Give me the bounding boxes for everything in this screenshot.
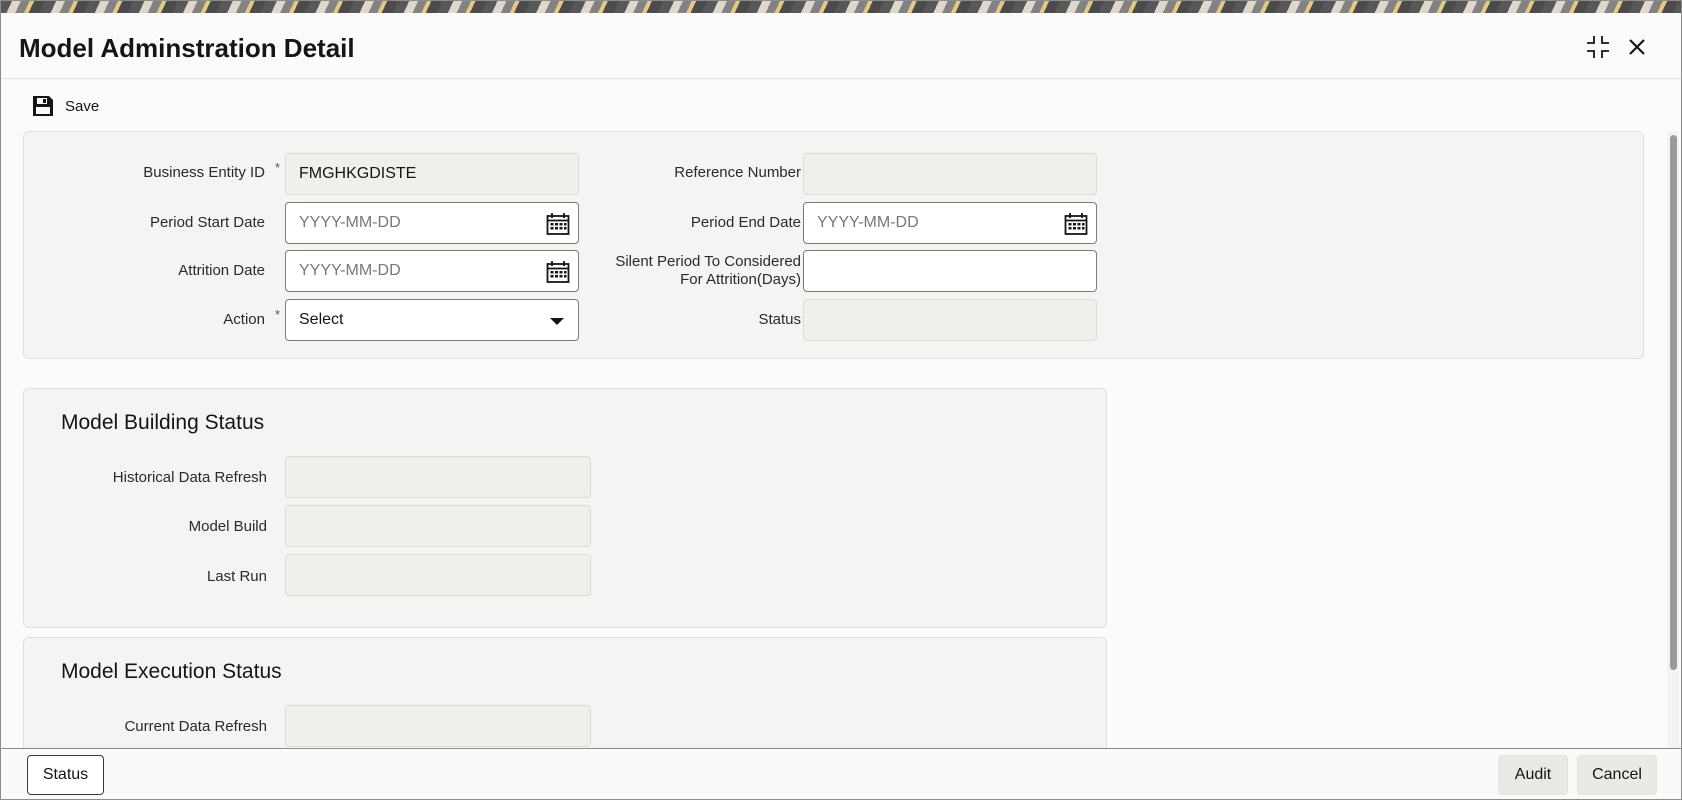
model-building-status-title: Model Building Status: [61, 411, 265, 434]
period-start-date-label: Period Start Date: [149, 214, 265, 231]
attrition-date-label: Attrition Date: [178, 262, 265, 279]
scrollbar-thumb[interactable]: [1670, 135, 1677, 670]
close-button[interactable]: [1621, 31, 1653, 63]
save-label: Save: [65, 97, 100, 115]
silent-period-label-line2: For Attrition(Days): [680, 271, 801, 288]
status-field: [803, 299, 1097, 341]
reference-number-field: [803, 153, 1097, 195]
chevron-down-icon: [550, 318, 564, 325]
model-building-status-panel: Model Building Status Historical Data Re…: [23, 388, 1107, 628]
decorative-header-stripe: [1, 1, 1681, 13]
current-data-refresh-field: [285, 705, 591, 747]
business-entity-id-value: FMGHKGDISTE: [299, 165, 417, 182]
model-administration-window: Model Adminstration Detail Save Business…: [0, 0, 1682, 800]
business-entity-id-field: FMGHKGDISTE: [285, 153, 579, 195]
last-run-label: Last Run: [206, 568, 267, 585]
floppy-disk-icon: [33, 96, 53, 116]
attrition-date-placeholder: YYYY-MM-DD: [299, 262, 401, 279]
historical-data-refresh-label: Historical Data Refresh: [112, 469, 267, 486]
required-marker: *: [275, 307, 281, 322]
model-execution-status-title: Model Execution Status: [61, 660, 282, 683]
main-form-panel: Business Entity ID * FMGHKGDISTE Referen…: [23, 131, 1644, 359]
period-start-date-placeholder: YYYY-MM-DD: [299, 214, 401, 231]
business-entity-id-label: Business Entity ID: [143, 164, 265, 181]
page-title: Model Adminstration Detail: [19, 33, 355, 63]
audit-button[interactable]: Audit: [1498, 755, 1568, 795]
historical-data-refresh-field: [285, 456, 591, 498]
toolbar: Save: [1, 79, 1681, 131]
status-button[interactable]: Status: [27, 755, 104, 795]
status-label: Status: [758, 311, 801, 328]
silent-period-label: Silent Period To Considered For Attritio…: [615, 253, 801, 289]
current-data-refresh-label: Current Data Refresh: [124, 718, 267, 735]
silent-period-label-line1: Silent Period To Considered: [615, 253, 801, 270]
save-button[interactable]: Save: [31, 93, 99, 119]
action-select[interactable]: Select: [285, 299, 579, 341]
model-build-label: Model Build: [188, 518, 267, 535]
close-icon: [1629, 39, 1645, 55]
content-area: Business Entity ID * FMGHKGDISTE Referen…: [1, 131, 1667, 748]
period-start-date-input[interactable]: YYYY-MM-DD: [285, 202, 579, 244]
cancel-button[interactable]: Cancel: [1577, 755, 1657, 795]
footer-bar: Status Audit Cancel: [1, 748, 1681, 799]
reference-number-label: Reference Number: [674, 164, 801, 181]
collapse-button[interactable]: [1582, 31, 1614, 63]
action-label: Action: [223, 311, 265, 328]
calendar-icon[interactable]: [1064, 212, 1088, 236]
title-bar: Model Adminstration Detail: [1, 13, 1681, 79]
silent-period-input[interactable]: [803, 250, 1097, 292]
collapse-icon: [1587, 36, 1609, 58]
calendar-icon[interactable]: [546, 212, 570, 236]
last-run-field: [285, 554, 591, 596]
action-selected-value: Select: [299, 311, 344, 328]
period-end-date-placeholder: YYYY-MM-DD: [817, 214, 919, 231]
vertical-scrollbar[interactable]: [1667, 131, 1679, 748]
required-marker: *: [275, 160, 281, 175]
period-end-date-input[interactable]: YYYY-MM-DD: [803, 202, 1097, 244]
calendar-icon[interactable]: [546, 260, 570, 284]
period-end-date-label: Period End Date: [690, 214, 801, 231]
model-build-field: [285, 505, 591, 547]
attrition-date-input[interactable]: YYYY-MM-DD: [285, 250, 579, 292]
model-execution-status-panel: Model Execution Status Current Data Refr…: [23, 637, 1107, 748]
